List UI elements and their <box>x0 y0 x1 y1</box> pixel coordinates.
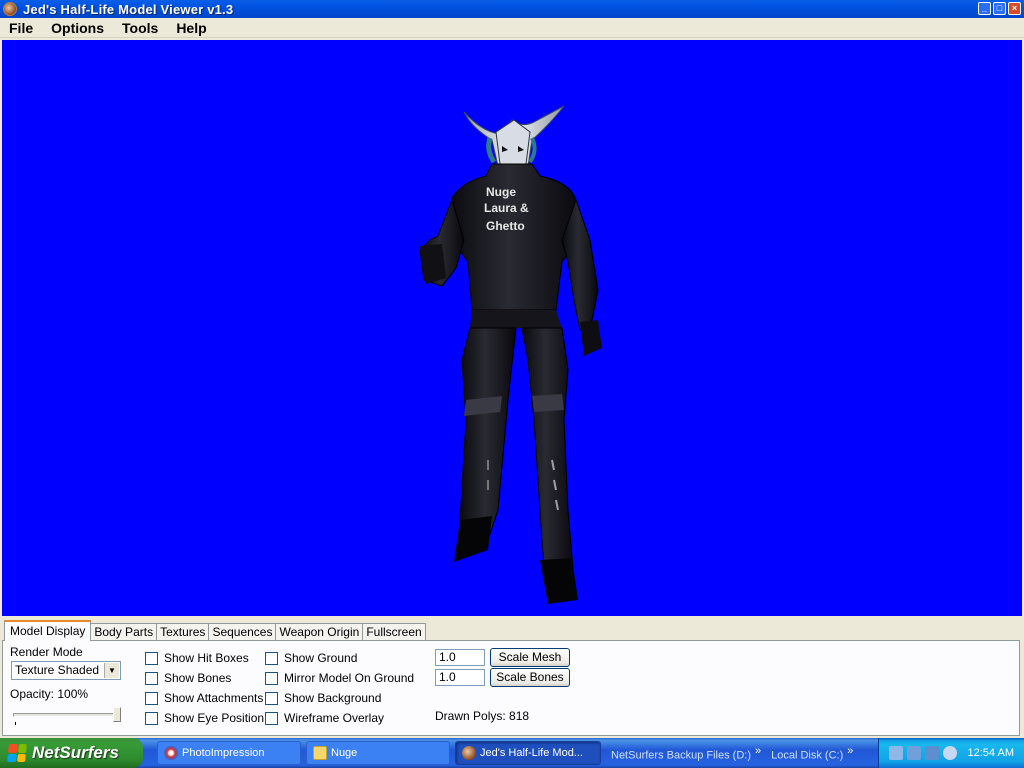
menu-tools[interactable]: Tools <box>113 18 167 38</box>
window-controls: _ □ × <box>978 2 1021 15</box>
shirt-text-line-3: Ghetto <box>486 219 525 233</box>
menu-bar: File Options Tools Help <box>0 18 1024 38</box>
scale-bones-input[interactable]: 1.0 <box>435 669 485 686</box>
checkbox-show-eye-position[interactable]: Show Eye Position <box>145 711 264 725</box>
opacity-slider-thumb[interactable] <box>113 707 121 722</box>
tab-body-parts[interactable]: Body Parts <box>90 623 158 641</box>
tab-model-display[interactable]: Model Display <box>4 620 92 641</box>
close-icon: × <box>1011 3 1018 13</box>
tab-strip: Model Display Body Parts Textures Sequen… <box>4 620 426 641</box>
scale-mesh-input[interactable]: 1.0 <box>435 649 485 666</box>
checkbox-label: Show Ground <box>284 651 358 665</box>
render-mode-select[interactable]: Texture Shaded ▼ <box>11 661 121 680</box>
folder-icon <box>313 746 327 760</box>
chevron-right-icon[interactable]: » <box>847 745 853 757</box>
network-icon[interactable] <box>889 746 903 760</box>
start-button[interactable]: NetSurfers <box>0 738 143 768</box>
taskbar-item-model-viewer[interactable]: Jed's Half-Life Mod... <box>455 741 601 765</box>
checkbox-label: Show Eye Position <box>164 711 265 725</box>
checkbox-wireframe-overlay[interactable]: Wireframe Overlay <box>265 711 384 725</box>
checkbox-show-ground[interactable]: Show Ground <box>265 651 357 665</box>
start-label: NetSurfers <box>32 743 119 762</box>
taskbar: NetSurfers PhotoImpression Nuge Jed's Ha… <box>0 738 1024 768</box>
checkbox-box[interactable] <box>145 711 158 725</box>
opacity-label: Opacity: 100% <box>10 687 89 701</box>
checkbox-show-background[interactable]: Show Background <box>265 691 381 705</box>
chevron-down-icon[interactable]: ▼ <box>104 663 119 678</box>
checkbox-box[interactable] <box>145 651 158 665</box>
title-bar[interactable]: Jed's Half-Life Model Viewer v1.3 _ □ × <box>0 0 1024 18</box>
minimize-button[interactable]: _ <box>978 2 991 15</box>
checkbox-label: Wireframe Overlay <box>284 711 385 725</box>
scale-bones-button[interactable]: Scale Bones <box>490 668 570 687</box>
shirt-text-line-1: Nuge <box>486 185 516 199</box>
helmet <box>463 105 565 173</box>
clock[interactable]: 12:54 AM <box>968 747 1014 759</box>
maximize-icon: □ <box>996 3 1003 13</box>
checkbox-box[interactable] <box>265 711 278 725</box>
quick-link-local-disk[interactable]: Local Disk (C:)» <box>771 745 853 762</box>
quick-link-backup-drive[interactable]: NetSurfers Backup Files (D:) » <box>611 745 761 762</box>
chevron-right-icon[interactable]: » <box>755 745 761 757</box>
checkbox-label: Show Bones <box>164 671 232 685</box>
checkbox-show-attachments[interactable]: Show Attachments <box>145 691 263 705</box>
display-icon[interactable] <box>925 746 939 760</box>
right-arm <box>561 198 602 356</box>
checkbox-box[interactable] <box>265 651 278 665</box>
photoimpression-icon <box>164 746 178 760</box>
taskbar-item-label: Nuge <box>331 747 358 759</box>
model-viewport[interactable]: Nuge Laura & Ghetto <box>2 40 1022 616</box>
menu-options[interactable]: Options <box>42 18 113 38</box>
checkbox-label: Mirror Model On Ground <box>284 671 415 685</box>
drawn-polys-label: Drawn Polys: 818 <box>435 709 530 723</box>
legs <box>454 327 578 604</box>
checkbox-show-bones[interactable]: Show Bones <box>145 671 231 685</box>
network-icon[interactable] <box>907 746 921 760</box>
shirt-text-line-2: Laura & <box>484 201 529 215</box>
close-button[interactable]: × <box>1008 2 1021 15</box>
render-mode-label: Render Mode <box>10 645 83 659</box>
app-icon <box>462 746 476 760</box>
taskbar-item-photoimpression[interactable]: PhotoImpression <box>157 741 301 765</box>
model-display-panel: Render Mode Texture Shaded ▼ Opacity: 10… <box>2 640 1020 736</box>
windows-logo-icon <box>7 744 27 762</box>
tab-sequences[interactable]: Sequences <box>208 623 277 641</box>
taskbar-item-label: PhotoImpression <box>182 747 265 759</box>
render-mode-value: Texture Shaded <box>15 663 100 677</box>
checkbox-label: Show Attachments <box>164 691 264 705</box>
opacity-slider-track[interactable] <box>13 713 119 717</box>
app-icon[interactable] <box>3 2 17 16</box>
menu-file[interactable]: File <box>0 18 42 38</box>
checkbox-label: Show Hit Boxes <box>164 651 249 665</box>
maximize-button[interactable]: □ <box>993 2 1006 15</box>
quick-link-label: NetSurfers Backup Files (D:) <box>611 749 751 762</box>
volume-icon[interactable] <box>943 746 957 760</box>
tab-textures[interactable]: Textures <box>156 623 210 641</box>
checkbox-box[interactable] <box>145 691 158 705</box>
checkbox-box[interactable] <box>265 671 278 685</box>
taskbar-item-nuge[interactable]: Nuge <box>306 741 450 765</box>
model-render: Nuge Laura & Ghetto <box>419 105 602 604</box>
checkbox-label: Show Background <box>284 691 382 705</box>
checkbox-mirror-model[interactable]: Mirror Model On Ground <box>265 671 414 685</box>
system-tray: 12:54 AM <box>878 738 1024 768</box>
checkbox-box[interactable] <box>265 691 278 705</box>
slider-tick <box>15 722 16 725</box>
taskbar-item-label: Jed's Half-Life Mod... <box>480 747 583 759</box>
checkbox-box[interactable] <box>145 671 158 685</box>
tab-fullscreen[interactable]: Fullscreen <box>362 623 426 641</box>
tab-weapon-origin[interactable]: Weapon Origin <box>275 623 364 641</box>
scale-mesh-button[interactable]: Scale Mesh <box>490 648 570 667</box>
quick-link-label: Local Disk (C:) <box>771 749 844 762</box>
control-panel: Model Display Body Parts Textures Sequen… <box>0 618 1024 738</box>
menu-help[interactable]: Help <box>167 18 215 38</box>
window-title: Jed's Half-Life Model Viewer v1.3 <box>23 1 234 17</box>
minimize-icon: _ <box>981 3 987 13</box>
checkbox-show-hit-boxes[interactable]: Show Hit Boxes <box>145 651 249 665</box>
